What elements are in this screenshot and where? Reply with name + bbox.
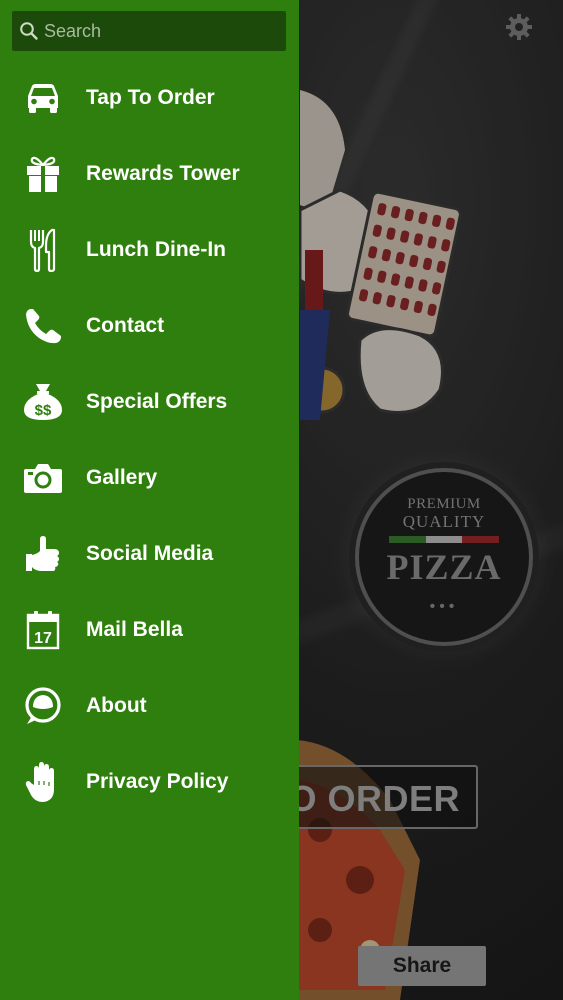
search-bar[interactable]: [12, 11, 286, 51]
badge-flag-stripe: [389, 536, 500, 543]
menu-item-label: Tap To Order: [86, 86, 215, 109]
menu-item-label: Lunch Dine-In: [86, 238, 226, 261]
menu-item-mail-bella[interactable]: 17 Mail Bella: [0, 592, 299, 668]
thumbs-up-icon: [22, 533, 64, 575]
share-button[interactable]: Share: [358, 946, 486, 986]
menu-item-label: Social Media: [86, 542, 214, 565]
money-bag-icon: $$: [22, 381, 64, 423]
menu-item-label: Contact: [86, 314, 165, 337]
menu-item-label: Special Offers: [86, 390, 228, 413]
badge-line-premium: PREMIUM: [407, 496, 481, 512]
calendar-day-number: 17: [34, 630, 52, 647]
menu-item-label: Mail Bella: [86, 618, 183, 641]
menu-item-tap-to-order[interactable]: Tap To Order: [0, 60, 299, 136]
phone-icon: [22, 305, 64, 347]
search-input[interactable]: [44, 20, 274, 42]
badge-line-quality: QUALITY: [402, 512, 486, 531]
menu-item-gallery[interactable]: Gallery: [0, 440, 299, 516]
menu-item-social-media[interactable]: Social Media: [0, 516, 299, 592]
car-icon: [22, 77, 64, 119]
gear-icon[interactable]: [504, 12, 534, 42]
svg-text:$$: $$: [35, 402, 52, 419]
menu-item-lunch-dine-in[interactable]: Lunch Dine-In: [0, 212, 299, 288]
camera-icon: [22, 457, 64, 499]
chef-mascot-illustration: [300, 90, 462, 420]
gift-icon: [22, 153, 64, 195]
menu-item-label: Privacy Policy: [86, 770, 229, 793]
menu-item-label: Gallery: [86, 466, 158, 489]
badge-line-pizza: PIZZA: [386, 547, 502, 587]
navigation-drawer: Tap To Order Rewards Tower: [0, 0, 299, 1000]
search-icon: [20, 22, 38, 40]
fork-knife-icon: [22, 228, 64, 272]
calendar-icon: 17: [22, 609, 64, 651]
premium-quality-pizza-badge: PREMIUM QUALITY PIZZA •••: [355, 468, 533, 646]
menu-item-privacy-policy[interactable]: Privacy Policy: [0, 744, 299, 820]
menu-item-special-offers[interactable]: $$ Special Offers: [0, 364, 299, 440]
badge-dots: •••: [429, 598, 459, 615]
hand-icon: [22, 761, 64, 803]
speech-bubble-icon: [22, 685, 64, 727]
menu-item-rewards-tower[interactable]: Rewards Tower: [0, 136, 299, 212]
menu-item-about[interactable]: About: [0, 668, 299, 744]
menu-item-label: Rewards Tower: [86, 162, 240, 185]
menu-item-contact[interactable]: Contact: [0, 288, 299, 364]
menu-item-label: About: [86, 694, 147, 717]
